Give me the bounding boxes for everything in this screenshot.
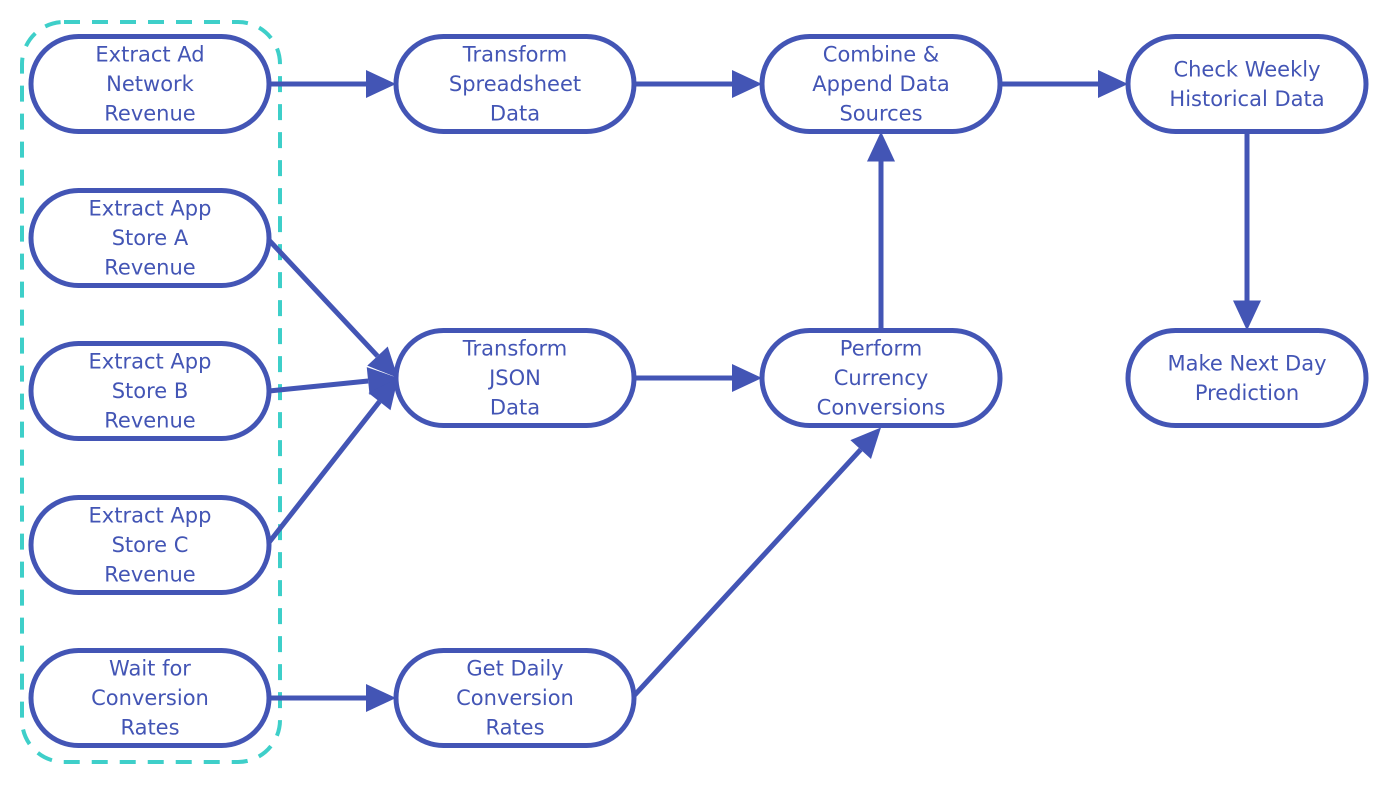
node-label-line: Transform [462, 43, 567, 67]
arrowhead-icon [732, 70, 762, 98]
node-label-line: Rates [485, 716, 544, 740]
node-label-line: Data [490, 396, 540, 420]
arrowhead-icon [1098, 70, 1128, 98]
edge-wait_rates-to-get_rates [269, 684, 396, 712]
nodes-layer: Extract Ad Network Revenue Extract App Store… [28, 34, 1369, 748]
node-transform-sheet[interactable]: Transform Spreadsheet Data [393, 34, 637, 134]
node-label-line: Revenue [104, 102, 195, 126]
node-label-line: Get Daily [466, 657, 563, 681]
node-label-line: Extract App [89, 350, 212, 374]
node-label-line: Historical Data [1169, 87, 1324, 111]
node-label-line: Revenue [104, 563, 195, 587]
node-label-line: Data [490, 102, 540, 126]
node-label-line: Currency [834, 366, 929, 390]
edge-line [630, 447, 863, 700]
node-label-line: Store C [112, 533, 189, 557]
node-label-line: JSON [487, 366, 541, 390]
edge-combine-to-check_weekly [1000, 70, 1128, 98]
node-label-line: Network [106, 72, 195, 96]
node-label-line: Revenue [104, 409, 195, 433]
node-predict[interactable]: Make Next Day Prediction [1125, 328, 1369, 428]
arrowhead-icon [732, 364, 762, 392]
arrowhead-icon [366, 684, 396, 712]
edge-get_rates-to-currency [630, 427, 881, 700]
node-label-line: Sources [839, 102, 922, 126]
node-label-line: Conversions [817, 396, 946, 420]
node-extract-a[interactable]: Extract App Store A Revenue [28, 188, 272, 288]
node-label-line: Revenue [104, 256, 195, 280]
node-label-line: Prediction [1195, 381, 1299, 405]
node-label-line: Store A [112, 226, 189, 250]
node-combine[interactable]: Combine & Append Data Sources [759, 34, 1003, 134]
node-transform-json[interactable]: Transform JSON Data [393, 328, 637, 428]
node-label-line: Rates [120, 716, 179, 740]
node-label-line: Extract Ad [95, 43, 204, 67]
arrowhead-icon [366, 70, 396, 98]
node-wait-rates[interactable]: Wait for Conversion Rates [28, 648, 272, 748]
node-label-line: Combine & [823, 43, 939, 67]
node-check-weekly[interactable]: Check Weekly Historical Data [1125, 34, 1369, 134]
node-get-rates[interactable]: Get Daily Conversion Rates [393, 648, 637, 748]
node-shape [1125, 328, 1369, 428]
node-label-line: Extract App [89, 504, 212, 528]
arrowhead-icon [867, 131, 895, 162]
edge-extract_ad-to-transform_sheet [269, 70, 396, 98]
node-label-line: Check Weekly [1173, 57, 1320, 81]
edge-transform_json-to-currency [634, 364, 762, 392]
edge-transform_sheet-to-combine [634, 70, 762, 98]
node-label-line: Extract App [89, 197, 212, 221]
edge-line [268, 378, 369, 394]
node-extract-ad[interactable]: Extract Ad Network Revenue [28, 34, 272, 134]
node-extract-c[interactable]: Extract App Store C Revenue [28, 495, 272, 595]
edge-line [265, 400, 382, 547]
node-label-line: Wait for [109, 657, 191, 681]
edge-currency-to-combine [867, 131, 895, 331]
pipeline-flowchart: Extract Ad Network Revenue Extract App Store… [20, 20, 1369, 764]
edge-extract_c-to-transform_json [265, 378, 398, 547]
arrowhead-icon [1233, 300, 1261, 331]
node-label-line: Transform [462, 337, 567, 361]
node-label-line: Conversion [91, 686, 209, 710]
node-label-line: Store B [112, 379, 189, 403]
node-shape [1125, 34, 1369, 134]
node-label-line: Perform [840, 337, 922, 361]
node-label-line: Conversion [456, 686, 574, 710]
node-currency[interactable]: Perform Currency Conversions [759, 328, 1003, 428]
node-label-line: Make Next Day [1167, 351, 1326, 375]
edge-check_weekly-to-predict [1233, 131, 1261, 331]
node-label-line: Append Data [812, 72, 949, 96]
edge-line [265, 236, 380, 358]
node-extract-b[interactable]: Extract App Store B Revenue [28, 341, 272, 441]
node-label-line: Spreadsheet [449, 72, 581, 96]
edge-extract_a-to-transform_json [265, 236, 398, 378]
